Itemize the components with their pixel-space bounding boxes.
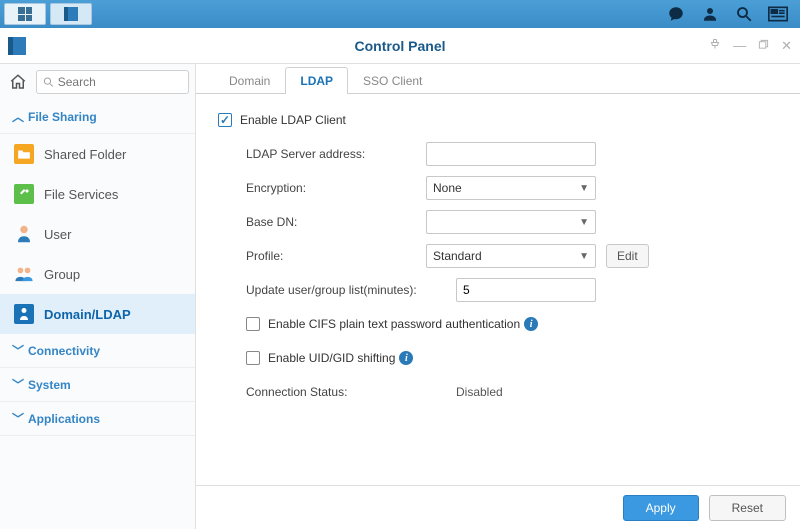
tab-sso-client[interactable]: SSO Client bbox=[348, 67, 437, 94]
nav-label: Group bbox=[44, 267, 80, 282]
window-close-button[interactable]: ✕ bbox=[781, 38, 792, 54]
window-titlebar: Control Panel — ✕ bbox=[0, 28, 800, 64]
sidebar-item-shared-folder[interactable]: Shared Folder bbox=[0, 134, 195, 174]
system-taskbar bbox=[0, 0, 800, 28]
sidebar-item-domain-ldap[interactable]: Domain/LDAP bbox=[0, 294, 195, 334]
sidebar-search[interactable] bbox=[36, 70, 189, 94]
encryption-label: Encryption: bbox=[246, 181, 426, 195]
profile-value: Standard bbox=[433, 249, 482, 263]
update-interval-input[interactable] bbox=[456, 278, 596, 302]
server-address-input[interactable] bbox=[426, 142, 596, 166]
connection-status-value: Disabled bbox=[456, 385, 503, 399]
info-icon[interactable]: i bbox=[399, 351, 413, 365]
user-icon bbox=[14, 224, 34, 244]
connection-status-label: Connection Status: bbox=[246, 385, 426, 399]
user-icon[interactable] bbox=[700, 4, 720, 24]
section-applications[interactable]: ﹀ Applications bbox=[0, 402, 195, 436]
window-title: Control Panel bbox=[354, 38, 445, 54]
window-pin-button[interactable] bbox=[709, 38, 721, 54]
nav-label: File Services bbox=[44, 187, 118, 202]
nav-label: User bbox=[44, 227, 71, 242]
chevron-down-icon: ﹀ bbox=[12, 376, 22, 393]
folder-icon bbox=[14, 144, 34, 164]
profile-edit-button[interactable]: Edit bbox=[606, 244, 649, 268]
base-dn-label: Base DN: bbox=[246, 215, 426, 229]
widgets-icon[interactable] bbox=[768, 4, 788, 24]
cifs-checkbox[interactable] bbox=[246, 317, 260, 331]
search-input[interactable] bbox=[58, 75, 182, 89]
home-button[interactable] bbox=[6, 70, 30, 94]
profile-select[interactable]: Standard ▼ bbox=[426, 244, 596, 268]
file-services-icon bbox=[14, 184, 34, 204]
tab-ldap[interactable]: LDAP bbox=[285, 67, 348, 94]
section-connectivity[interactable]: ﹀ Connectivity bbox=[0, 334, 195, 368]
content-panel: Domain LDAP SSO Client ✓ Enable LDAP Cli… bbox=[196, 64, 800, 529]
caret-down-icon: ▼ bbox=[579, 251, 589, 262]
section-system[interactable]: ﹀ System bbox=[0, 368, 195, 402]
search-icon[interactable] bbox=[734, 4, 754, 24]
chevron-down-icon: ﹀ bbox=[12, 410, 22, 427]
enable-ldap-label: Enable LDAP Client bbox=[240, 113, 346, 127]
control-panel-mini-icon bbox=[64, 7, 78, 21]
search-icon bbox=[43, 76, 54, 88]
encryption-select[interactable]: None ▼ bbox=[426, 176, 596, 200]
encryption-value: None bbox=[433, 181, 462, 195]
sidebar-item-file-services[interactable]: File Services bbox=[0, 174, 195, 214]
taskbar-controlpanel-button[interactable] bbox=[50, 3, 92, 25]
ldap-form: ✓ Enable LDAP Client LDAP Server address… bbox=[196, 94, 800, 485]
nav-label: Shared Folder bbox=[44, 147, 126, 162]
sidebar-item-user[interactable]: User bbox=[0, 214, 195, 254]
cifs-label: Enable CIFS plain text password authenti… bbox=[268, 317, 520, 331]
tab-domain[interactable]: Domain bbox=[214, 67, 285, 94]
uid-gid-label: Enable UID/GID shifting bbox=[268, 351, 395, 365]
taskbar-apps-button[interactable] bbox=[4, 3, 46, 25]
sidebar-item-group[interactable]: Group bbox=[0, 254, 195, 294]
window-maximize-button[interactable] bbox=[758, 38, 769, 54]
reset-button[interactable]: Reset bbox=[709, 495, 786, 521]
check-icon: ✓ bbox=[220, 114, 230, 126]
chevron-down-icon: ﹀ bbox=[12, 342, 22, 359]
caret-down-icon: ▼ bbox=[579, 183, 589, 194]
window-minimize-button[interactable]: — bbox=[733, 38, 746, 54]
chevron-up-icon: ︿ bbox=[12, 108, 22, 125]
caret-down-icon: ▼ bbox=[579, 217, 589, 228]
profile-label: Profile: bbox=[246, 249, 426, 263]
nav-label: Domain/LDAP bbox=[44, 307, 131, 322]
group-icon bbox=[14, 264, 34, 284]
uid-gid-checkbox[interactable] bbox=[246, 351, 260, 365]
enable-ldap-checkbox[interactable]: ✓ bbox=[218, 113, 232, 127]
update-interval-label: Update user/group list(minutes): bbox=[246, 283, 456, 297]
base-dn-select[interactable]: ▼ bbox=[426, 210, 596, 234]
info-icon[interactable]: i bbox=[524, 317, 538, 331]
tab-bar: Domain LDAP SSO Client bbox=[196, 64, 800, 94]
footer-bar: Apply Reset bbox=[196, 485, 800, 529]
server-address-label: LDAP Server address: bbox=[246, 147, 426, 161]
window-app-icon bbox=[8, 37, 26, 55]
chat-icon[interactable] bbox=[666, 4, 686, 24]
apps-grid-icon bbox=[18, 7, 32, 21]
section-file-sharing[interactable]: ︿ File Sharing bbox=[0, 100, 195, 134]
sidebar: ︿ File Sharing Shared Folder File Servic… bbox=[0, 64, 196, 529]
apply-button[interactable]: Apply bbox=[623, 495, 699, 521]
domain-ldap-icon bbox=[14, 304, 34, 324]
